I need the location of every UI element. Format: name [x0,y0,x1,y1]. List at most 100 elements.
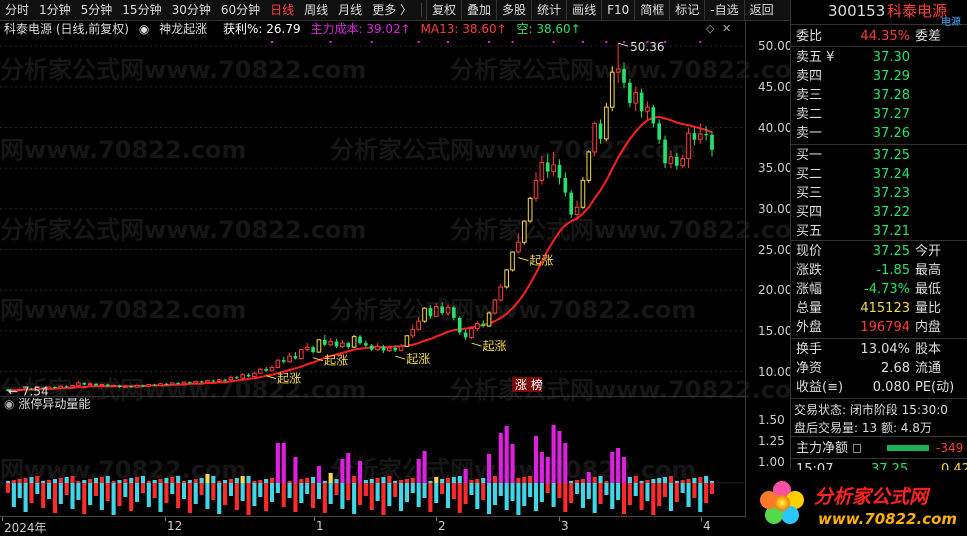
period-tab-6[interactable]: 日线 [265,0,299,21]
surge-bar [610,452,615,483]
candle [580,177,586,209]
candle [158,382,163,387]
candle-body [615,68,621,73]
volume-stub [657,478,662,483]
volume-bar [692,483,697,498]
volume-stub [387,476,392,483]
toolbar-button-0[interactable]: 复权 [426,0,461,21]
candle-body [527,197,533,222]
candle-body [463,332,468,338]
limit-tag[interactable]: 涨 榜 [512,377,543,392]
date-tick-mark [559,517,560,521]
limit-bar [328,473,333,483]
period-tab-7[interactable]: 周线 [299,0,333,21]
toolbar-button-2[interactable]: 多股 [496,0,531,21]
period-tab-3[interactable]: 15分钟 [117,0,166,21]
date-tick-5: 4 [703,519,711,533]
stat2-row-2: 收益(≡) 0.080 PE(动) [791,378,967,397]
period-tab-5[interactable]: 60分钟 [216,0,265,21]
volume-bar [533,483,539,511]
buy-level-4[interactable]: 买四 37.22 [791,203,967,222]
candle [398,343,404,352]
buy-level-3[interactable]: 买三 37.23 [791,184,967,203]
stat-row-2: 涨幅 -4.73% 最低 [791,280,967,299]
toolbar-button-7[interactable]: 标记 [669,0,704,21]
candle-body [457,317,462,333]
indicator-dropdown[interactable]: ◉ 神龙起涨 [139,22,217,36]
volume-stub [176,476,181,483]
toolbar-button-9[interactable]: 返回 [743,0,779,21]
limit-bar [240,476,245,483]
stat-value: 196794 [860,320,910,335]
volume-indicator-chart[interactable] [0,412,745,516]
volume-stub [5,481,11,483]
volume-stub [393,481,398,483]
period-tab-9[interactable]: 更多 〉 [367,0,417,21]
volume-stub [29,477,34,483]
main-net-toggle[interactable] [853,444,861,453]
toolbar-button-3[interactable]: 统计 [531,0,566,21]
date-tick-0: 2024年 [4,521,47,535]
sell-level-5[interactable]: 卖五 ¥ 37.30 [791,48,967,67]
period-tab-4[interactable]: 30分钟 [167,0,216,21]
volume-stub [592,477,597,483]
candle-body [134,384,140,388]
surge-bar [416,459,421,483]
toolbar-button-4[interactable]: 画线 [566,0,601,21]
volume-bar [445,483,451,508]
volume-bar [357,483,363,505]
volume-stub [199,478,204,483]
candle-body [105,384,110,387]
volume-bar [152,483,157,498]
volume-stub [322,481,327,483]
price-tick-5: 25.00 [758,242,793,257]
volume-bar [492,483,497,505]
toolbar-button-8[interactable]: -自选 [704,0,743,21]
stat2-label-2: 流通 [915,361,942,376]
volume-stub [258,480,263,483]
period-tab-2[interactable]: 5分钟 [76,0,118,21]
candle [492,298,498,315]
sell-level-2[interactable]: 卖二 37.27 [791,105,967,124]
signal-dot [271,41,273,43]
candle [697,123,703,144]
volume-stub [627,477,632,483]
toolbar-button-1[interactable]: 叠加 [461,0,496,21]
period-tab-0[interactable]: 分时 [0,0,34,21]
buy-price: 37.21 [872,224,910,239]
period-tab-1[interactable]: 1分钟 [34,0,76,21]
sell-level-3[interactable]: 卖三 37.28 [791,86,967,105]
sub-indicator-title: 涨停异动量能 [18,397,91,411]
buy-level-5[interactable]: 买五 37.21 [791,222,967,241]
buy-level-1[interactable]: 买一 37.25 [791,146,967,165]
diamond-icon[interactable]: ◇ [706,22,714,35]
sell-price: 37.30 [872,50,910,65]
signal-dot [417,41,420,43]
volume-bar [305,483,310,494]
candle-body [87,383,93,386]
candle [205,379,210,383]
price-chart[interactable]: 50.36← 7.54起涨起涨 起涨起涨起涨涨 榜 [0,38,745,396]
volume-bar [58,483,63,504]
sell-level-4[interactable]: 卖四 37.29 [791,67,967,86]
sub-indicator-icon[interactable]: ◉ [4,397,14,411]
candle-body [428,308,433,317]
volume-stub [211,476,216,483]
volume-bar [135,483,140,502]
divider [791,338,967,339]
volume-bar [82,483,87,514]
candle [440,302,444,315]
toolbar-button-5[interactable]: F10 [601,0,634,21]
volume-stub [52,479,57,483]
toolbar-button-6[interactable]: 简框 [634,0,669,21]
buy-label: 买四 [796,205,823,220]
candle-body [481,323,486,327]
candle-body [141,385,145,387]
candle-body [710,134,714,150]
close-icon[interactable]: ✕ [722,22,731,35]
volume-bar [281,483,286,507]
buy-level-2[interactable]: 买二 37.24 [791,165,967,184]
period-tab-8[interactable]: 月线 [333,0,367,21]
volume-stub [93,478,99,483]
sell-level-1[interactable]: 卖一 37.26 [791,124,967,143]
